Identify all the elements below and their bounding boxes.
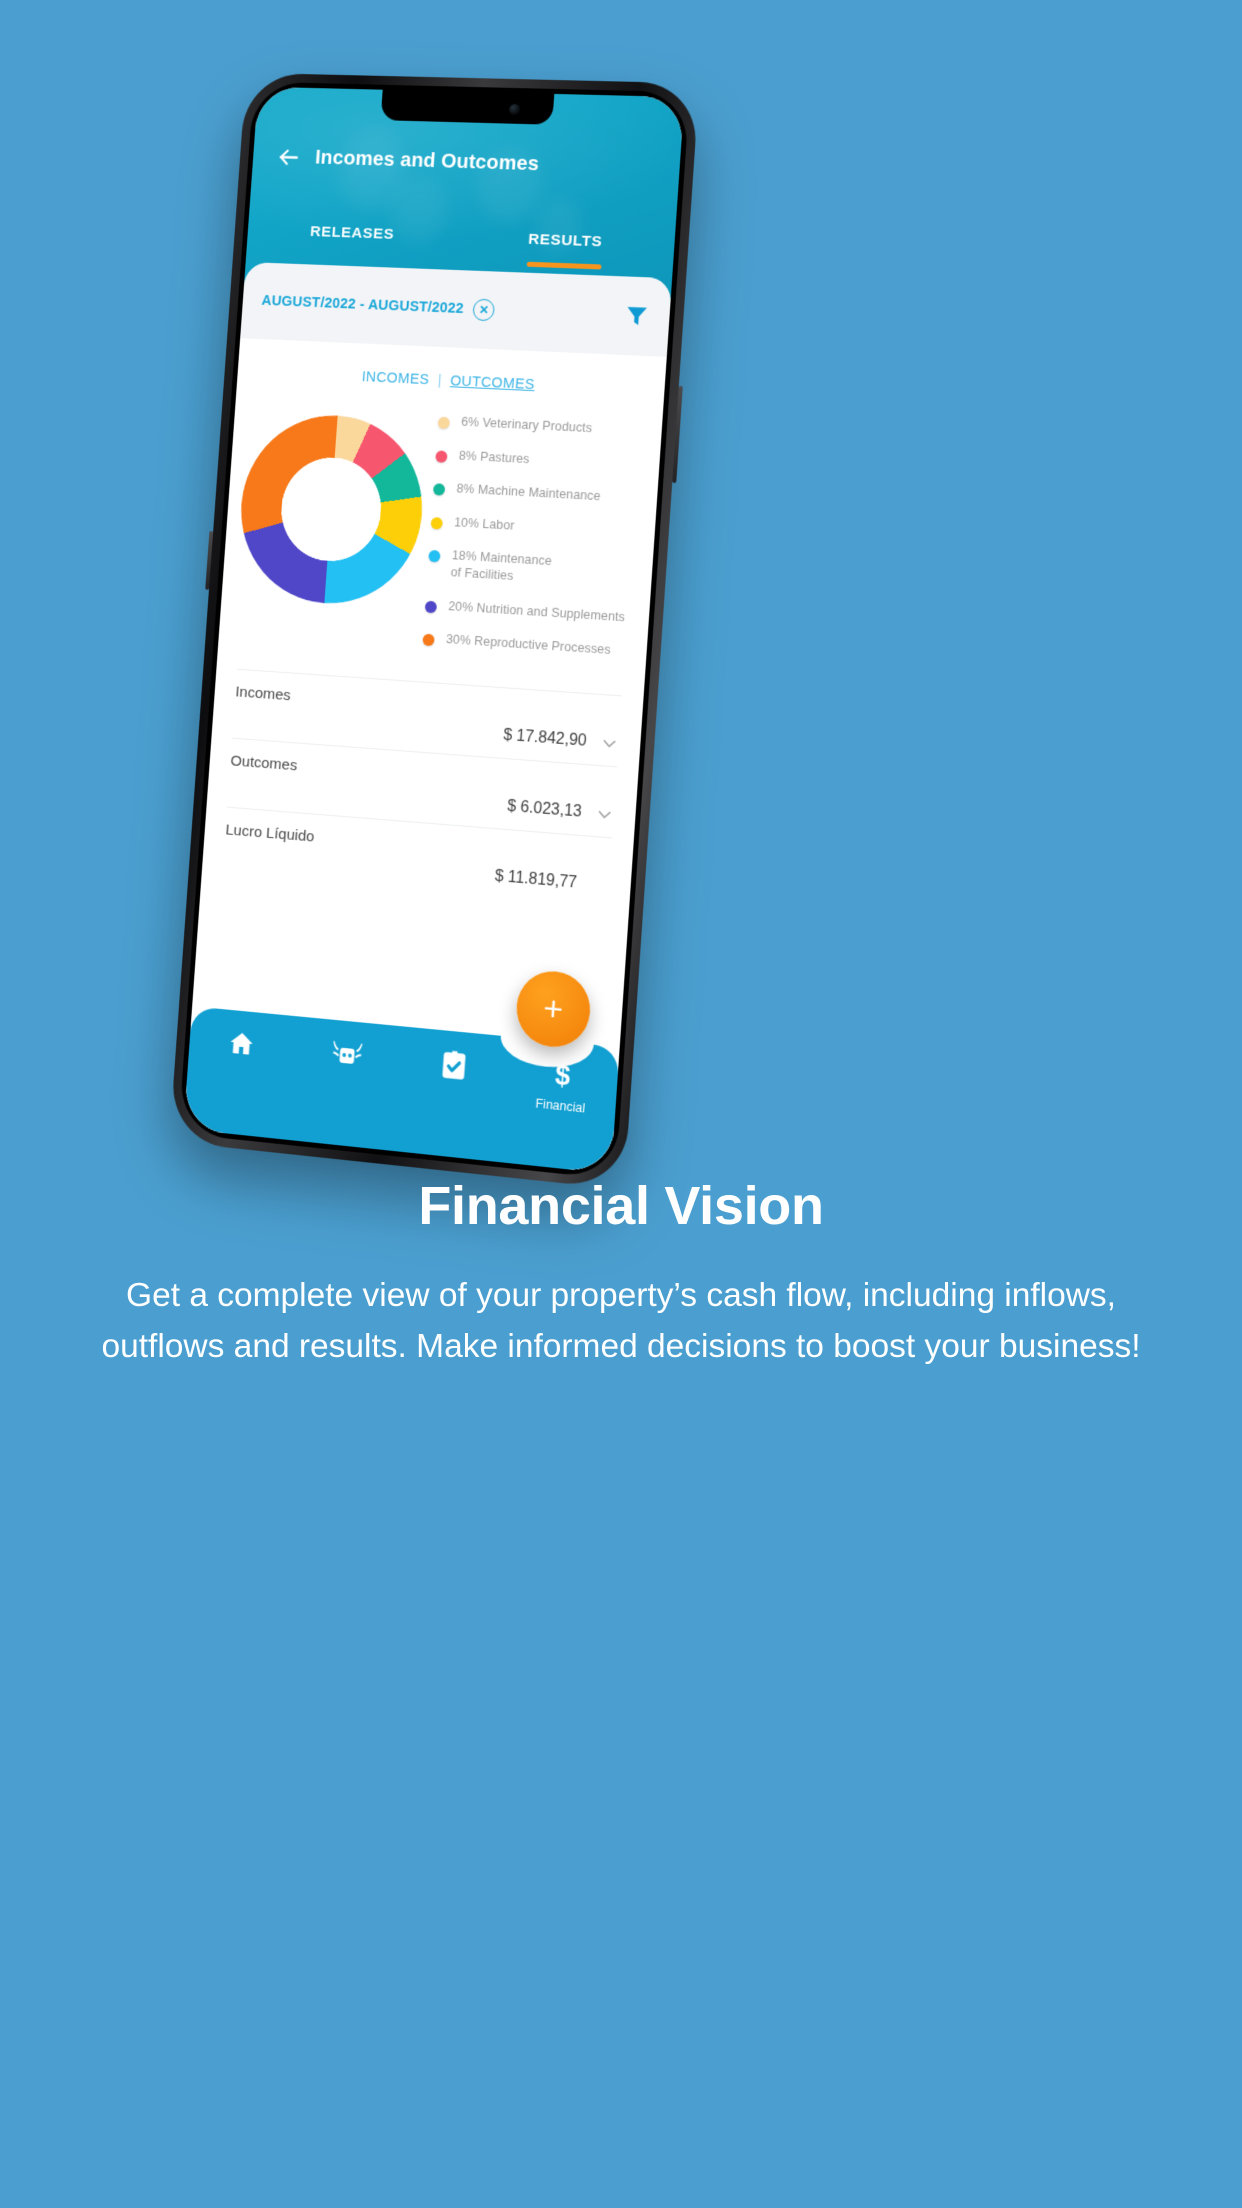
chevron-down-icon[interactable]: [595, 804, 614, 824]
date-range-chip[interactable]: AUGUST/2022 - AUGUST/2022 ✕: [261, 290, 496, 322]
legend-color-swatch: [422, 633, 435, 647]
nav-item-financial[interactable]: $ Financial: [505, 1055, 618, 1119]
bottom-navigation: $ Financial: [183, 1006, 620, 1174]
filter-bar: AUGUST/2022 - AUGUST/2022 ✕: [240, 261, 673, 357]
summary-row-net-profit[interactable]: Lucro Líquido $ 11.819,77: [222, 806, 612, 909]
content-sheet: AUGUST/2022 - AUGUST/2022 ✕ INCOMES | OU…: [183, 261, 673, 1174]
summary-value: $ 17.842,90: [502, 726, 588, 750]
cow-icon: [332, 1040, 362, 1064]
phone-screen: Incomes and Outcomes RELEASES RESULTS AU…: [183, 86, 685, 1174]
volume-up-button[interactable]: [205, 530, 214, 590]
legend-color-swatch: [430, 516, 443, 530]
fab-notch-cutout: [499, 1009, 596, 1072]
nav-item-livestock[interactable]: [293, 1034, 401, 1074]
toggle-separator: |: [437, 372, 443, 389]
chart-area: 6% Veterinary Products 8% Pastures 8% Mach…: [218, 401, 663, 679]
marketing-block: Financial Vision Get a complete view of …: [0, 1175, 1242, 1373]
legend-item-label: 10% Labor: [453, 515, 515, 533]
tab-active-indicator: [526, 261, 602, 270]
back-button[interactable]: [260, 143, 316, 171]
summary-value-row: $ 11.819,77: [223, 845, 609, 895]
clipboard-check-icon: [442, 1050, 466, 1080]
svg-text:$: $: [554, 1059, 571, 1091]
add-button[interactable]: +: [514, 968, 593, 1051]
summary-list: Incomes $ 17.842,90 Outcomes $ 6.023,13: [202, 667, 644, 910]
funnel-filter-icon: [626, 307, 647, 326]
legend-color-swatch: [432, 483, 446, 496]
marketing-description: Get a complete view of your property’s c…: [101, 1277, 1141, 1365]
incomes-outcomes-toggle: INCOMES | OUTCOMES: [237, 364, 665, 400]
front-camera-icon: [508, 103, 521, 115]
legend-item: 8% Machine Maintenance: [432, 479, 642, 507]
header-bg-blob: [533, 197, 585, 255]
donut-chart-ring: [234, 411, 429, 609]
legend-item: 20% Nutrition and Supplements: [424, 596, 634, 626]
legend-item: 10% Labor: [430, 513, 639, 542]
plus-icon: +: [542, 988, 565, 1030]
legend-color-swatch: [437, 416, 450, 430]
chart-legend: 6% Veterinary Products 8% Pastures 8% Mach…: [411, 410, 646, 677]
header-title-row: Incomes and Outcomes: [252, 133, 682, 191]
dollar-icon: $: [554, 1059, 571, 1091]
legend-item-label: 30% Reproductive Processes: [445, 632, 612, 658]
legend-item-label: 20% Nutrition and Supplements: [447, 598, 626, 625]
tab-results-label: RESULTS: [527, 230, 603, 251]
legend-item-label: 6% Veterinary Products: [460, 414, 593, 436]
nav-item-financial-label: Financial: [535, 1096, 586, 1116]
legend-color-swatch: [428, 550, 441, 563]
arrow-left-icon: [274, 143, 301, 170]
nav-item-home[interactable]: [189, 1024, 295, 1064]
summary-value: $ 6.023,13: [506, 797, 583, 821]
legend-item: 30% Reproductive Processes: [422, 630, 631, 660]
legend-item-label: 18% Maintenance of Facilities: [450, 548, 553, 584]
close-circle-icon[interactable]: ✕: [472, 298, 496, 322]
home-icon: [229, 1031, 254, 1055]
donut-chart[interactable]: [234, 411, 429, 609]
chevron-down-icon[interactable]: [600, 734, 619, 754]
phone-device: Incomes and Outcomes RELEASES RESULTS AU…: [169, 72, 700, 1190]
page-title: Incomes and Outcomes: [314, 145, 540, 176]
legend-item-label: 8% Machine Maintenance: [456, 481, 602, 504]
legend-item: 18% Maintenance of Facilities: [427, 546, 637, 592]
date-range-label: AUGUST/2022 - AUGUST/2022: [261, 293, 465, 318]
marketing-title: Financial Vision: [418, 1176, 824, 1236]
filter-button[interactable]: [623, 303, 651, 330]
summary-value: $ 11.819,77: [494, 867, 578, 892]
legend-item: 6% Veterinary Products: [437, 413, 647, 440]
legend-item-label: 8% Pastures: [458, 448, 530, 466]
nav-item-tasks[interactable]: [399, 1044, 509, 1086]
power-button[interactable]: [672, 385, 683, 484]
legend-color-swatch: [435, 449, 448, 463]
tab-releases-label: RELEASES: [309, 223, 395, 243]
toggle-incomes[interactable]: INCOMES: [361, 369, 430, 388]
phone-mockup-stage: Incomes and Outcomes RELEASES RESULTS AU…: [0, 0, 1242, 1250]
phone-body: Incomes and Outcomes RELEASES RESULTS AU…: [169, 72, 700, 1190]
legend-color-swatch: [424, 600, 438, 613]
toggle-outcomes[interactable]: OUTCOMES: [450, 373, 536, 393]
legend-item: 8% Pastures: [435, 446, 644, 473]
phone-notch: [380, 89, 555, 125]
